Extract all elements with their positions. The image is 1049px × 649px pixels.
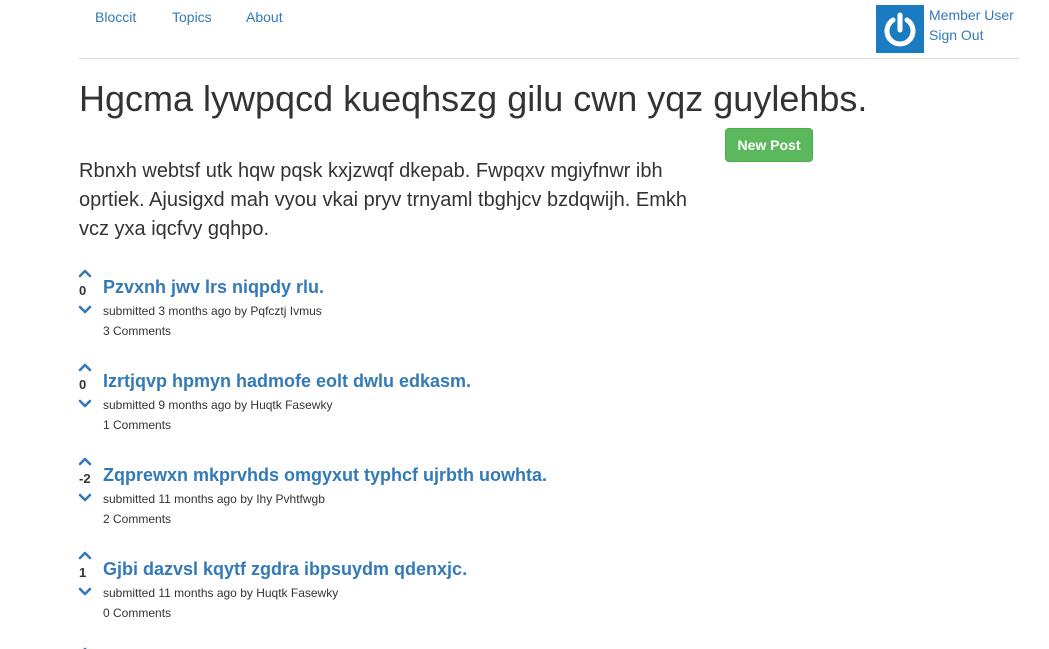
downvote-chevron-icon[interactable] bbox=[78, 399, 92, 409]
vote-count: 0 bbox=[79, 283, 87, 298]
vote-count: -2 bbox=[79, 471, 91, 486]
post-comments-link[interactable]: 0 Comments bbox=[103, 606, 171, 620]
nav-topics-link[interactable]: Topics bbox=[172, 9, 212, 25]
avatar[interactable] bbox=[876, 5, 924, 53]
vote-count: 1 bbox=[79, 565, 87, 580]
sign-out-link[interactable]: Sign Out bbox=[929, 27, 983, 43]
downvote-chevron-icon[interactable] bbox=[78, 305, 92, 315]
post-meta: submitted 11 months ago by Ihy Pvhtfwgb bbox=[103, 492, 325, 506]
nav-about-link[interactable]: About bbox=[246, 9, 283, 25]
post-comments-link[interactable]: 1 Comments bbox=[103, 418, 171, 432]
list-item: 0 Pzvxnh jwv lrs niqpdy rlu. submitted 3… bbox=[78, 268, 979, 350]
list-item: 1 Gjbi dazvsl kqytf zgdra ibpsuydm qdenx… bbox=[78, 550, 979, 632]
post-comments-link[interactable]: 2 Comments bbox=[103, 512, 171, 526]
post-title-link[interactable]: Pzvxnh jwv lrs niqpdy rlu. bbox=[103, 277, 324, 298]
post-title-link[interactable]: Gjbi dazvsl kqytf zgdra ibpsuydm qdenxjc… bbox=[103, 559, 467, 580]
upvote-chevron-icon[interactable] bbox=[78, 362, 92, 372]
post-meta: submitted 3 months ago by Pqfcztj Ivmus bbox=[103, 304, 322, 318]
new-post-button[interactable]: New Post bbox=[725, 128, 813, 162]
post-title-link[interactable]: Izrtjqvp hpmyn hadmofe eolt dwlu edkasm. bbox=[103, 371, 471, 392]
upvote-chevron-icon[interactable] bbox=[78, 550, 92, 560]
downvote-chevron-icon[interactable] bbox=[78, 493, 92, 503]
upvote-chevron-icon[interactable] bbox=[78, 268, 92, 278]
vote-count: 0 bbox=[79, 377, 87, 392]
nav-brand-link[interactable]: Bloccit bbox=[95, 9, 136, 25]
list-item: 0 Izrtjqvp hpmyn hadmofe eolt dwlu edkas… bbox=[78, 362, 979, 444]
upvote-chevron-icon[interactable] bbox=[78, 456, 92, 466]
downvote-chevron-icon[interactable] bbox=[78, 587, 92, 597]
post-comments-link[interactable]: 3 Comments bbox=[103, 324, 171, 338]
user-name-link[interactable]: Member User bbox=[929, 7, 1014, 23]
topic-description: Rbnxh webtsf utk hqw pqsk kxjzwqf dkepab… bbox=[79, 160, 688, 240]
post-title-link[interactable]: Zqprewxn mkprvhds omgyxut typhcf ujrbth … bbox=[103, 465, 547, 486]
list-item: -2 Zqprewxn mkprvhds omgyxut typhcf ujrb… bbox=[78, 456, 979, 538]
post-meta: submitted 11 months ago by Huqtk Fasewky bbox=[103, 586, 339, 600]
post-meta: submitted 9 months ago by Huqtk Fasewky bbox=[103, 398, 333, 412]
page-title: Hgcma lywpqcd kueqhszg gilu cwn yqz guyl… bbox=[79, 78, 868, 119]
power-icon bbox=[884, 12, 916, 47]
upvote-chevron-icon[interactable] bbox=[78, 643, 92, 649]
top-nav: Bloccit Topics About Member User Sign Ou… bbox=[79, 0, 1019, 59]
page: Bloccit Topics About Member User Sign Ou… bbox=[0, 0, 1049, 649]
